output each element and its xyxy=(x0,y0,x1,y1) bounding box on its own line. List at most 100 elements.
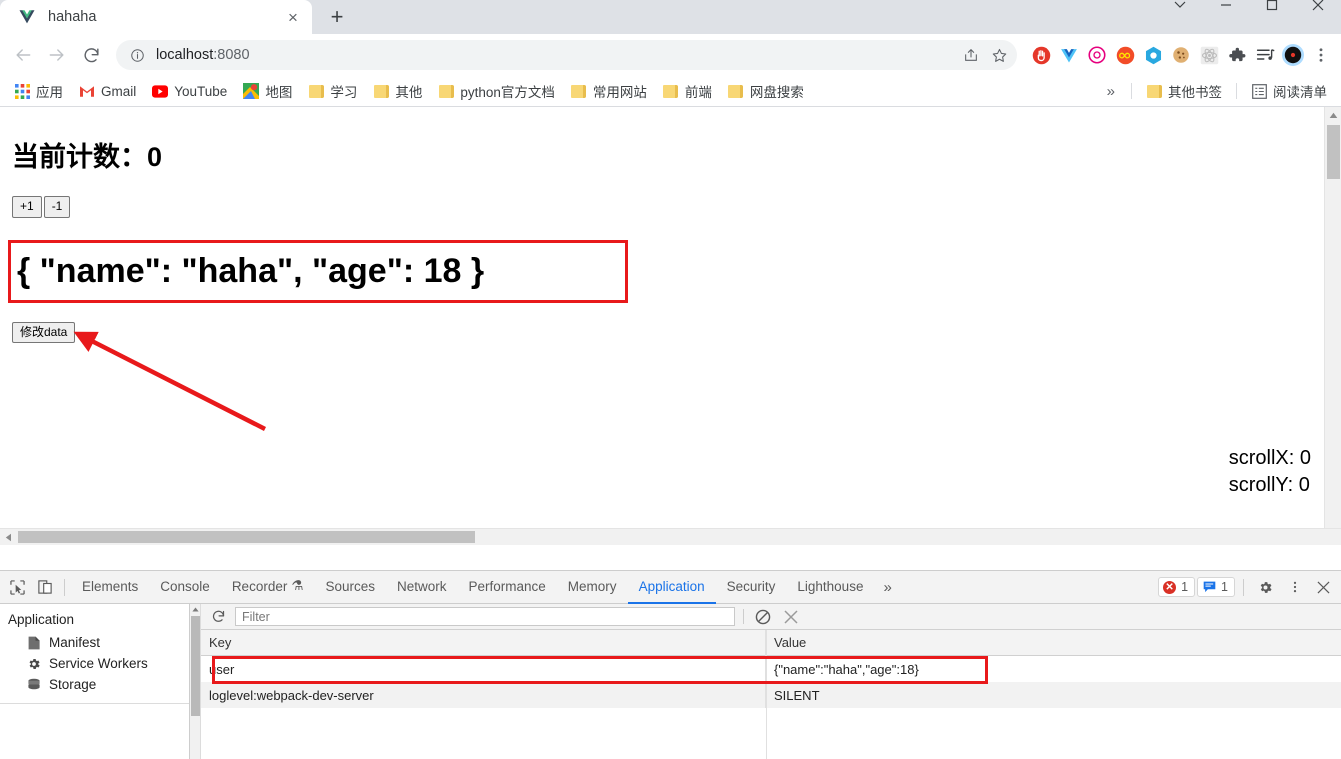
bookmarks-overflow-button[interactable]: » xyxy=(1097,83,1125,100)
bookmark-folder-python-docs[interactable]: python官方文档 xyxy=(430,78,563,104)
bookmark-folder-xuexi[interactable]: 学习 xyxy=(300,78,365,104)
sidebar-item-service-workers[interactable]: Service Workers xyxy=(0,653,189,674)
decrement-button[interactable]: -1 xyxy=(44,196,71,218)
page-vertical-scrollbar[interactable] xyxy=(1324,107,1341,545)
sidebar-scrollbar-thumb[interactable] xyxy=(191,616,200,716)
tab-console[interactable]: Console xyxy=(149,571,221,604)
flask-icon: ⚗ xyxy=(291,578,303,594)
sidebar-scrollbar[interactable] xyxy=(190,604,201,759)
tampermonkey-circle-icon[interactable] xyxy=(1085,43,1109,67)
modify-data-button[interactable]: 修改data xyxy=(12,322,75,344)
devtools-tabs-overflow-button[interactable]: » xyxy=(874,579,900,596)
warning-count-badge[interactable]: 1 xyxy=(1197,577,1235,597)
vue-devtools-icon[interactable] xyxy=(1057,43,1081,67)
table-header-row: Key Value xyxy=(201,630,1341,656)
sidebar-item-storage[interactable]: Storage xyxy=(0,674,189,695)
storage-key-cell[interactable]: loglevel:webpack-dev-server xyxy=(201,682,766,708)
devtools-panel: Elements Console Recorder ⚗ Sources Netw… xyxy=(0,570,1341,759)
back-icon[interactable] xyxy=(6,38,40,72)
bookmark-folder-frontend[interactable]: 前端 xyxy=(655,78,720,104)
bookmark-gmail[interactable]: Gmail xyxy=(71,80,144,102)
storage-key-cell[interactable]: user xyxy=(201,656,766,682)
inspect-element-icon[interactable] xyxy=(4,574,31,601)
column-divider[interactable] xyxy=(766,630,767,759)
storage-value-cell[interactable]: SILENT xyxy=(766,682,1341,708)
tab-network[interactable]: Network xyxy=(386,571,458,604)
bookmark-label: 应用 xyxy=(36,81,63,101)
kebab-menu-icon[interactable] xyxy=(1281,574,1308,601)
url-port: :8080 xyxy=(213,47,249,63)
horizontal-scrollbar-thumb[interactable] xyxy=(18,531,475,543)
maximize-icon[interactable] xyxy=(1249,0,1295,22)
sidebar-item-label: Service Workers xyxy=(49,656,148,671)
close-window-icon[interactable] xyxy=(1295,0,1341,22)
browser-toolbar: localhost:8080 xyxy=(0,34,1341,76)
bookmark-maps[interactable]: 地图 xyxy=(235,78,300,104)
tab-strip: hahaha × + xyxy=(0,0,1341,34)
scroll-up-arrow-icon[interactable] xyxy=(190,604,201,615)
new-tab-button[interactable]: + xyxy=(320,2,354,32)
tab-memory[interactable]: Memory xyxy=(557,571,628,604)
bookmark-youtube[interactable]: YouTube xyxy=(144,80,235,102)
extension-icons xyxy=(1023,43,1333,67)
page-content: 当前计数：0 +1 -1 { "name": "haha", "age": 18… xyxy=(0,107,1341,545)
column-header-value[interactable]: Value xyxy=(766,630,1341,656)
bookmark-folder-netdisk-search[interactable]: 网盘搜索 xyxy=(720,78,812,104)
chevron-down-icon[interactable] xyxy=(1157,0,1203,22)
tab-lighthouse[interactable]: Lighthouse xyxy=(786,571,874,604)
close-devtools-icon[interactable] xyxy=(1310,574,1337,601)
scroll-left-arrow-icon[interactable] xyxy=(0,529,17,545)
extensions-puzzle-icon[interactable] xyxy=(1225,43,1249,67)
column-header-key[interactable]: Key xyxy=(201,630,766,656)
bookmark-label: python官方文档 xyxy=(460,81,555,101)
page-horizontal-scrollbar[interactable] xyxy=(0,528,1341,545)
bookmark-label: YouTube xyxy=(174,84,227,99)
tab-elements[interactable]: Elements xyxy=(71,571,149,604)
adblock-icon[interactable] xyxy=(1029,43,1053,67)
gear-icon[interactable] xyxy=(1252,574,1279,601)
browser-tab[interactable]: hahaha × xyxy=(0,0,312,34)
sidebar-item-manifest[interactable]: Manifest xyxy=(0,632,189,653)
increment-button[interactable]: +1 xyxy=(12,196,42,218)
bookmark-apps[interactable]: 应用 xyxy=(6,78,71,104)
share-icon[interactable] xyxy=(957,41,985,69)
refresh-icon[interactable] xyxy=(207,606,229,628)
tab-performance[interactable]: Performance xyxy=(458,571,557,604)
bookmark-star-icon[interactable] xyxy=(985,41,1013,69)
chrome-menu-icon[interactable] xyxy=(1309,43,1333,67)
vertical-scrollbar-thumb[interactable] xyxy=(1327,125,1340,179)
table-row[interactable]: loglevel:webpack-dev-server SILENT xyxy=(201,682,1341,708)
site-info-icon[interactable] xyxy=(128,46,146,64)
hexagon-icon[interactable] xyxy=(1141,43,1165,67)
scroll-up-arrow-icon[interactable] xyxy=(1325,107,1341,124)
minimize-icon[interactable] xyxy=(1203,0,1249,22)
device-toolbar-icon[interactable] xyxy=(31,574,58,601)
bookmark-folder-qita[interactable]: 其他 xyxy=(365,78,430,104)
divider xyxy=(0,703,189,704)
profile-avatar-icon[interactable] xyxy=(1281,43,1305,67)
filter-input[interactable]: Filter xyxy=(235,607,735,626)
bookmark-other-bookmarks[interactable]: 其他书签 xyxy=(1138,78,1230,104)
tab-application[interactable]: Application xyxy=(628,571,716,604)
address-bar[interactable]: localhost:8080 xyxy=(116,40,1017,70)
bookmark-folder-common-sites[interactable]: 常用网站 xyxy=(563,78,655,104)
table-row[interactable]: user {"name":"haha","age":18} xyxy=(201,656,1341,682)
delete-selected-icon[interactable] xyxy=(780,606,802,628)
tab-security[interactable]: Security xyxy=(716,571,787,604)
storage-value-cell[interactable]: {"name":"haha","age":18} xyxy=(766,656,1341,682)
error-count-badge[interactable]: ✕ 1 xyxy=(1158,577,1195,597)
forward-icon[interactable] xyxy=(40,38,74,72)
clear-all-icon[interactable] xyxy=(752,606,774,628)
playlist-icon[interactable] xyxy=(1253,43,1277,67)
infinity-icon[interactable] xyxy=(1113,43,1137,67)
devtools-toolbar-right: ✕ 1 1 xyxy=(1158,574,1341,601)
close-icon[interactable]: × xyxy=(282,6,304,28)
bookmark-reading-list[interactable]: 阅读清单 xyxy=(1243,78,1335,104)
local-storage-table: Key Value user {"name":"haha","age":18} … xyxy=(201,630,1341,759)
tab-recorder[interactable]: Recorder ⚗ xyxy=(221,571,315,604)
scroll-position-info: scrollX: 0 scrollY: 0 xyxy=(1229,445,1311,499)
reload-icon[interactable] xyxy=(74,38,108,72)
react-devtools-icon[interactable] xyxy=(1197,43,1221,67)
cookie-icon[interactable] xyxy=(1169,43,1193,67)
tab-sources[interactable]: Sources xyxy=(314,571,386,604)
